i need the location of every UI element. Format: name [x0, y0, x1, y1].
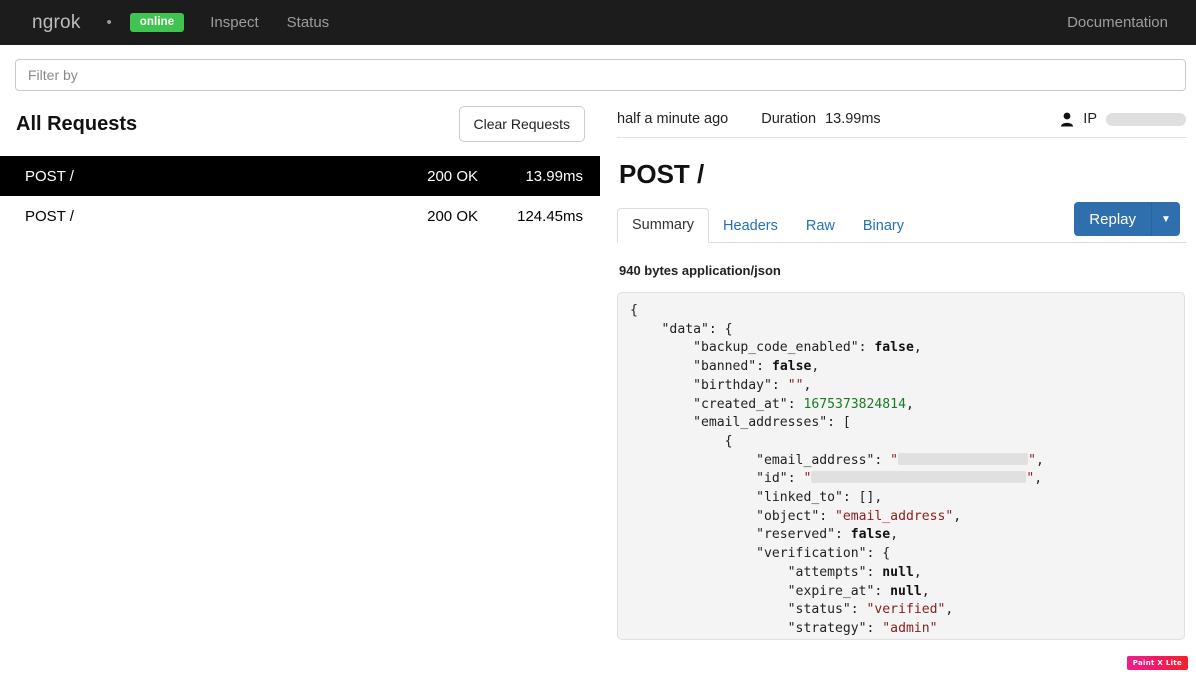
code-line: "data": { [661, 321, 733, 337]
paint-x-lite-watermark: Paint X Lite [1126, 656, 1188, 670]
tab-headers[interactable]: Headers [709, 210, 792, 243]
navbar-right-group: Documentation [1067, 14, 1180, 32]
table-row[interactable]: POST / 200 OK 124.45ms [0, 196, 600, 236]
requests-list: POST / 200 OK 13.99ms POST / 200 OK 124.… [0, 156, 600, 236]
ip-label: IP [1083, 111, 1097, 127]
main-columns: All Requests Clear Requests POST / 200 O… [0, 91, 1196, 640]
redacted-id-value [811, 471, 1027, 484]
replay-button[interactable]: Replay [1074, 202, 1152, 236]
response-body-code: { "data": { "backup_code_enabled": false… [617, 292, 1185, 640]
request-duration: 13.99ms [525, 167, 583, 185]
tab-binary[interactable]: Binary [849, 210, 918, 243]
detail-divider [617, 137, 1187, 138]
filter-bar [0, 45, 1196, 91]
requests-header: All Requests Clear Requests [0, 91, 600, 142]
code-line: "backup_code_enabled": false, [693, 340, 922, 356]
code-line: "email_addresses": [ [693, 415, 851, 431]
redacted-email-value [898, 452, 1029, 465]
duration-value: 13.99ms [825, 111, 881, 127]
request-status: 200 OK [427, 167, 478, 185]
code-line: "verification": { [756, 546, 891, 562]
nav-link-status[interactable]: Status [287, 14, 330, 31]
request-time-ago: half a minute ago [617, 111, 729, 127]
duration-label: Duration [761, 111, 817, 127]
nav-link-documentation[interactable]: Documentation [1067, 14, 1168, 31]
replay-button-group: Replay ▼ [1074, 202, 1180, 236]
status-badge: online [129, 13, 185, 32]
tab-summary[interactable]: Summary [617, 208, 710, 243]
request-detail-panel: half a minute ago Duration 13.99ms IP PO… [600, 91, 1196, 640]
ip-value-redacted [1106, 112, 1186, 126]
ngrok-inspector-page: ngrok • online Inspect Status Documentat… [0, 0, 1196, 675]
code-line: "id": " ", [756, 471, 1043, 487]
requests-panel: All Requests Clear Requests POST / 200 O… [0, 91, 600, 640]
detail-tabbar: Summary Headers Raw Binary Replay ▼ [617, 202, 1187, 243]
status-dot-separator: • [106, 14, 112, 31]
code-line: { [630, 303, 638, 318]
code-line: { [630, 433, 733, 449]
code-line: "object": "email_address", [756, 508, 962, 524]
request-method-path: POST / [25, 207, 74, 225]
page-title: All Requests [16, 112, 138, 135]
person-icon [1060, 112, 1074, 127]
code-line: "strategy": "admin" [787, 620, 938, 636]
request-duration: 124.45ms [517, 207, 583, 225]
tab-raw[interactable]: Raw [792, 210, 849, 243]
detail-meta-row: half a minute ago Duration 13.99ms IP [617, 91, 1196, 137]
code-line: "reserved": false, [756, 527, 899, 543]
code-line: "banned": false, [693, 359, 820, 375]
chevron-down-icon[interactable]: ▼ [1152, 202, 1180, 236]
filter-input[interactable] [15, 59, 1186, 91]
request-title: POST / [619, 159, 705, 189]
nav-link-inspect[interactable]: Inspect [210, 14, 258, 31]
client-ip-group: IP [1060, 111, 1196, 127]
brand-logo[interactable]: ngrok [32, 12, 81, 34]
code-line: "linked_to": [], [756, 490, 883, 506]
code-line: "attempts": null, [787, 564, 922, 580]
code-line: "created_at": 1675373824814, [693, 396, 914, 412]
code-line: "expire_at": null, [787, 583, 930, 599]
code-line: "email_address": " ", [756, 452, 1044, 468]
top-navbar: ngrok • online Inspect Status Documentat… [0, 0, 1196, 45]
body-size-label: 940 bytes application/json [619, 263, 781, 278]
request-status: 200 OK [427, 207, 478, 225]
request-method-path: POST / [25, 167, 74, 185]
table-row[interactable]: POST / 200 OK 13.99ms [0, 156, 600, 196]
code-line: "birthday": "", [693, 377, 812, 393]
clear-requests-button[interactable]: Clear Requests [458, 106, 585, 142]
code-line: "status": "verified", [787, 602, 954, 618]
